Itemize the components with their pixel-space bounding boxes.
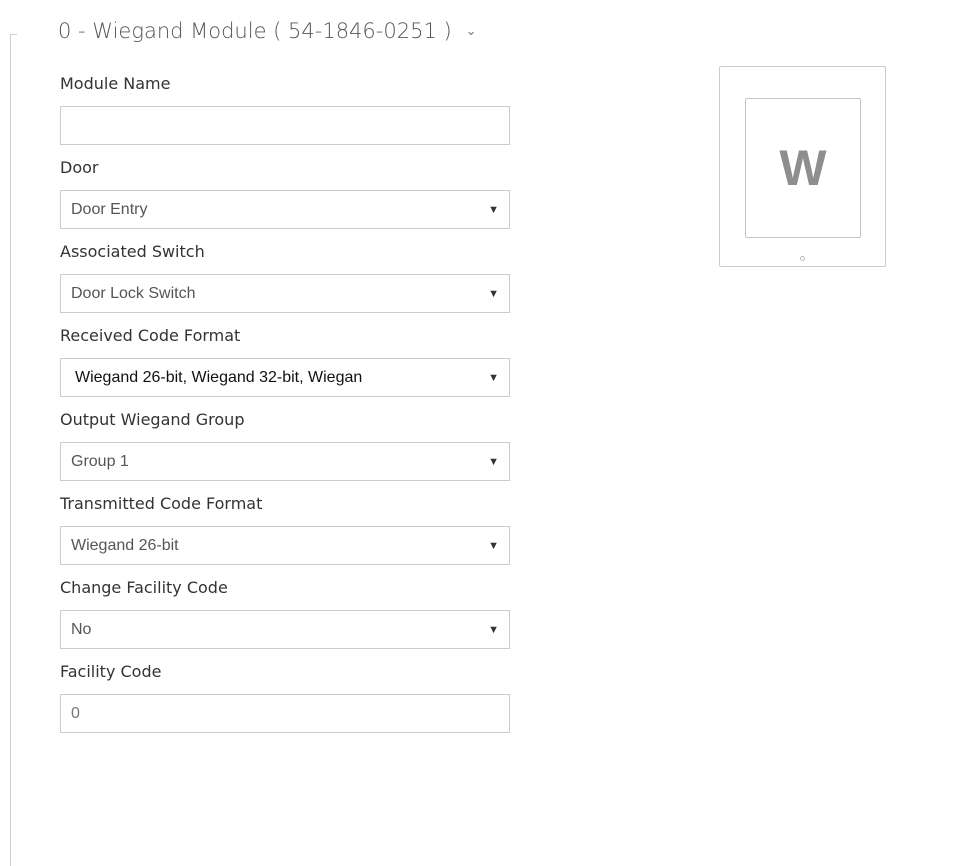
transmitted-code-format-select[interactable]: Wiegand 26-bit ▼ — [60, 526, 510, 565]
dropdown-arrow-icon: ▼ — [488, 371, 499, 384]
transmitted-code-format-value: Wiegand 26-bit — [71, 536, 179, 554]
section-frame-tick — [10, 34, 17, 35]
output-wiegand-group-label: Output Wiegand Group — [60, 410, 245, 429]
module-settings-form: Module Name Door Door Entry ▼ Associated… — [60, 72, 510, 744]
associated-switch-select[interactable]: Door Lock Switch ▼ — [60, 274, 510, 313]
chevron-down-icon[interactable]: ⌄ — [466, 24, 477, 39]
change-facility-code-label: Change Facility Code — [60, 578, 228, 597]
dropdown-arrow-icon: ▼ — [488, 287, 499, 300]
module-name-label: Module Name — [60, 74, 171, 93]
door-select-value: Door Entry — [71, 200, 148, 218]
door-select[interactable]: Door Entry ▼ — [60, 190, 510, 229]
output-wiegand-group-select[interactable]: Group 1 ▼ — [60, 442, 510, 481]
dropdown-arrow-icon: ▼ — [488, 623, 499, 636]
facility-code-label: Facility Code — [60, 662, 162, 681]
module-tile-screen: W — [745, 98, 861, 238]
received-code-format-select[interactable]: Wiegand 26-bit, Wiegand 32-bit, Wiegan ▼ — [60, 358, 510, 397]
door-label: Door — [60, 158, 99, 177]
dropdown-arrow-icon: ▼ — [488, 539, 499, 552]
facility-code-input[interactable]: 0 — [60, 694, 510, 733]
section-frame-line — [10, 34, 11, 866]
associated-switch-value: Door Lock Switch — [71, 284, 196, 302]
dropdown-arrow-icon: ▼ — [488, 203, 499, 216]
received-code-format-label: Received Code Format — [60, 326, 241, 345]
module-header[interactable]: 0 - Wiegand Module ( 54-1846-0251 ) ⌄ — [58, 14, 477, 48]
output-wiegand-group-value: Group 1 — [71, 452, 129, 470]
received-code-format-value: Wiegand 26-bit, Wiegand 32-bit, Wiegan — [75, 368, 363, 386]
dropdown-arrow-icon: ▼ — [488, 455, 499, 468]
module-title: 0 - Wiegand Module ( 54-1846-0251 ) — [58, 19, 452, 43]
wiegand-module-icon: W — [779, 140, 827, 196]
change-facility-code-select[interactable]: No ▼ — [60, 610, 510, 649]
module-device-tile: W — [719, 66, 886, 267]
module-name-input[interactable] — [60, 106, 510, 145]
associated-switch-label: Associated Switch — [60, 242, 205, 261]
tile-indicator-dot — [800, 256, 805, 261]
transmitted-code-format-label: Transmitted Code Format — [60, 494, 263, 513]
facility-code-value: 0 — [71, 704, 80, 722]
change-facility-code-value: No — [71, 620, 92, 638]
